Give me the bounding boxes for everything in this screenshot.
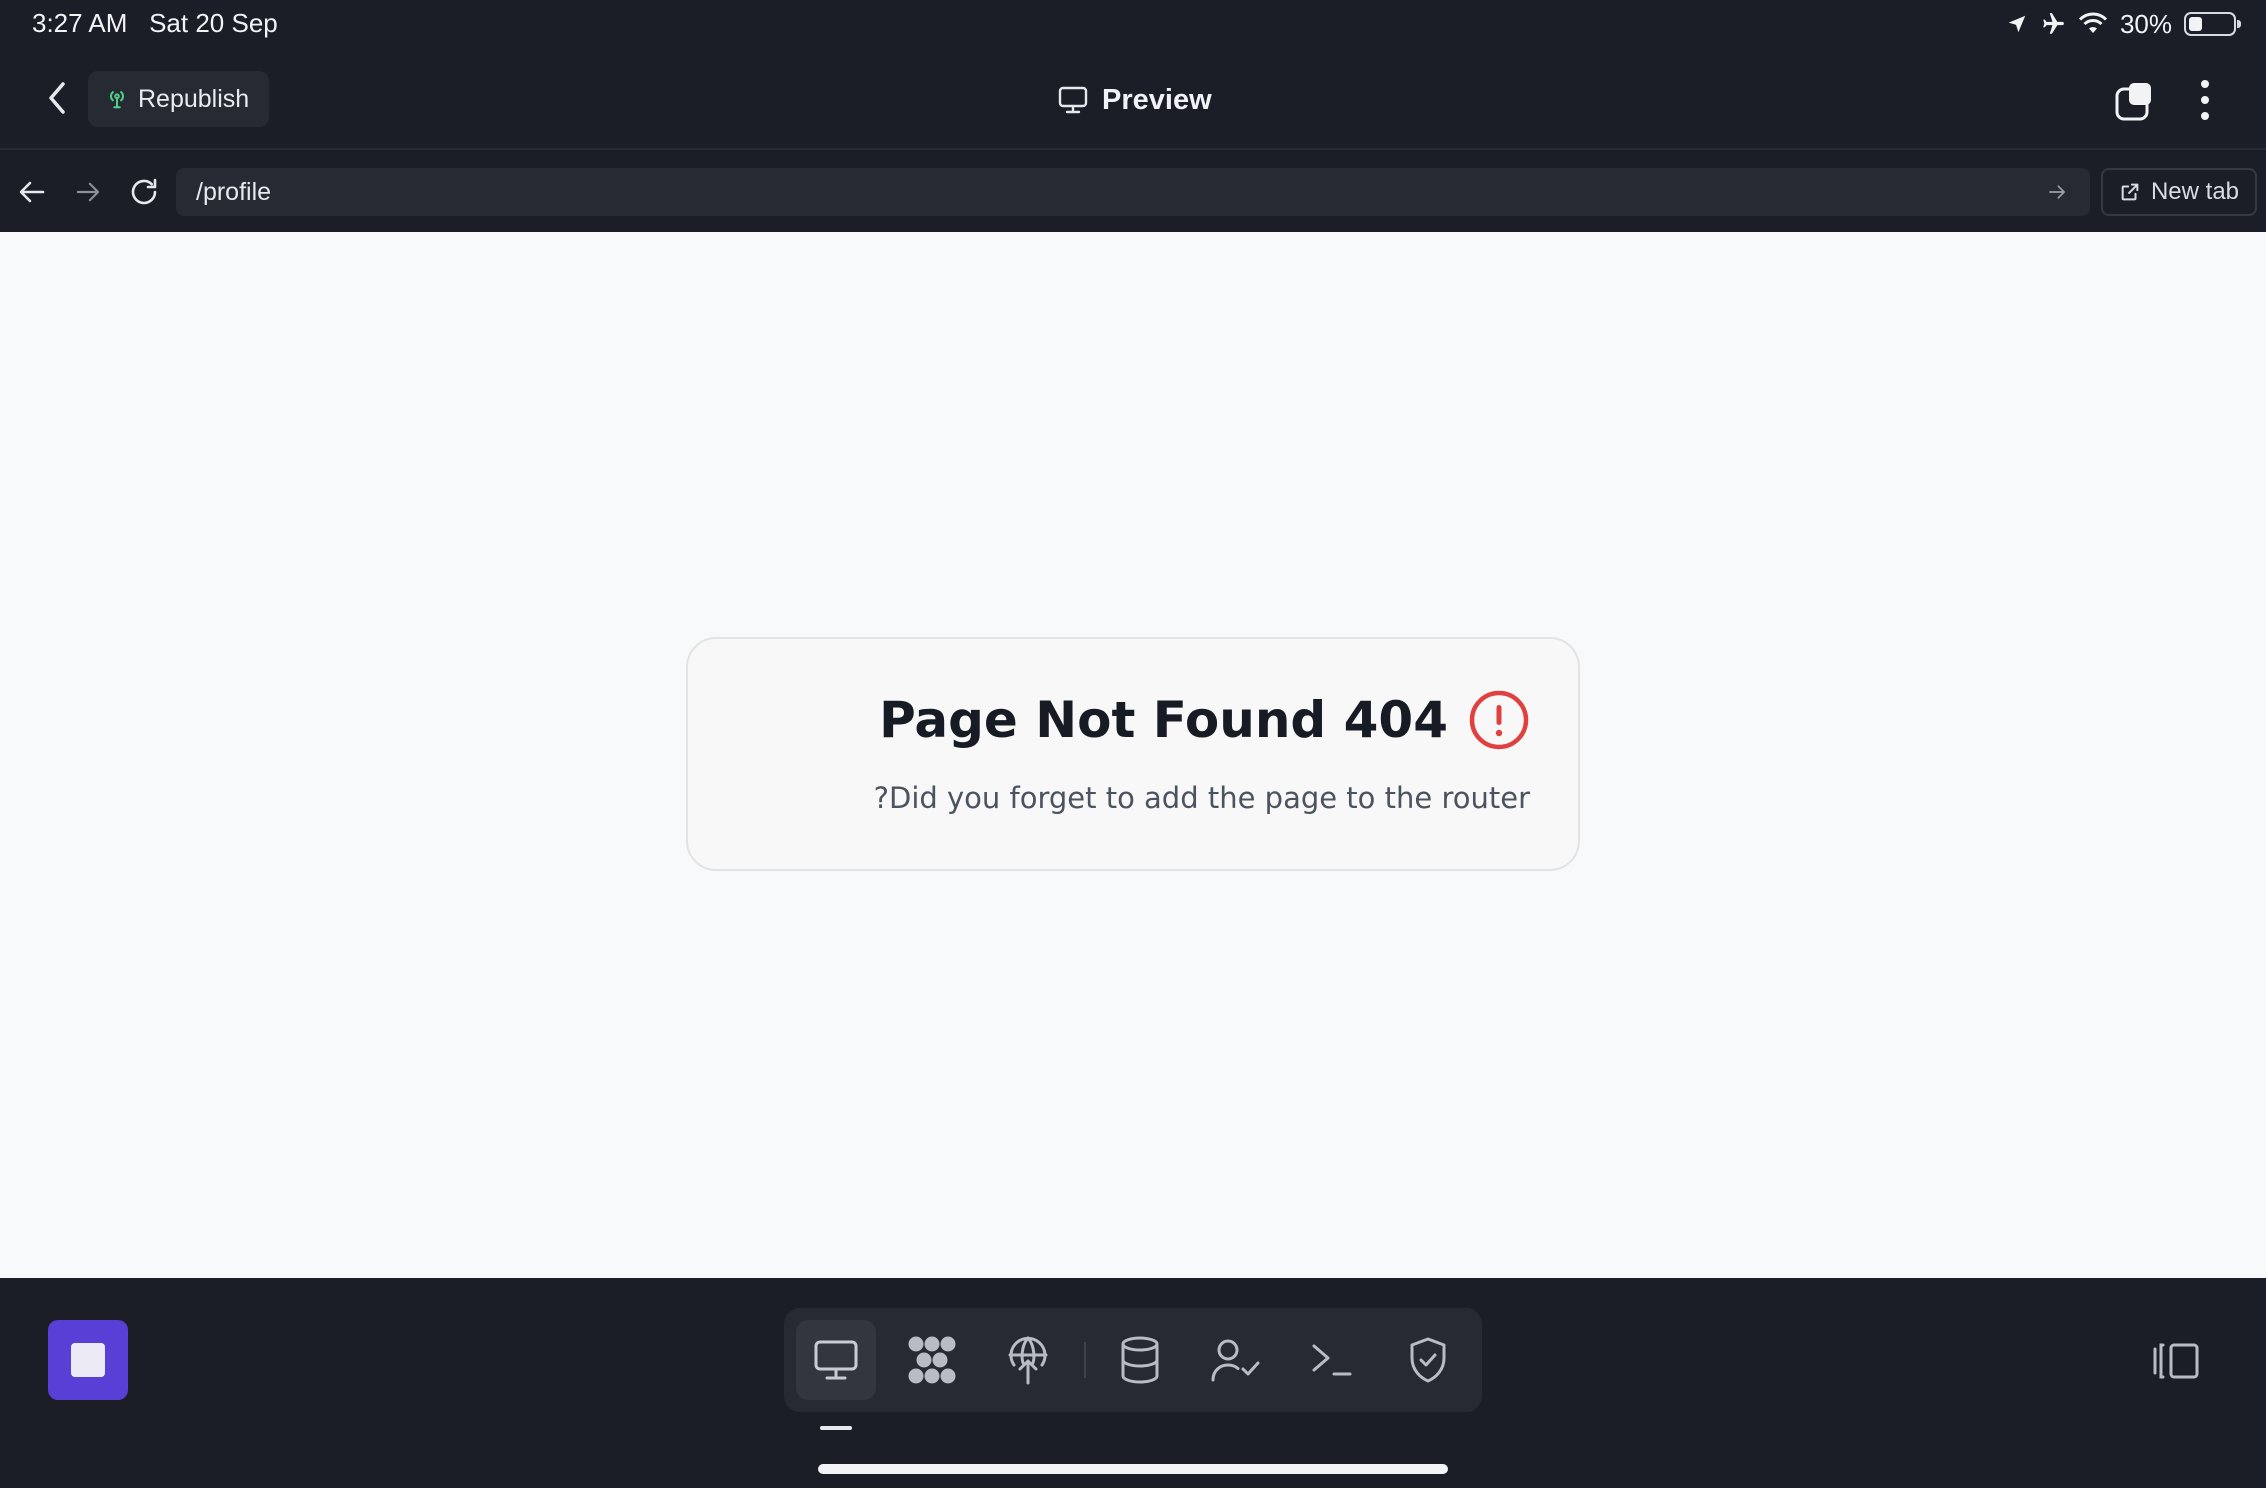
status-date-text: Sat 20 Sep — [149, 8, 278, 38]
tool-integrations[interactable] — [892, 1320, 972, 1400]
tool-auth[interactable] — [1196, 1320, 1276, 1400]
status-indicators: 30% — [2006, 6, 2241, 42]
arrow-left-icon — [19, 181, 45, 203]
tool-deploy[interactable] — [988, 1320, 1068, 1400]
alert-circle-icon — [1469, 690, 1529, 750]
preview-viewport: Page Not Found 404 ?Did you forget to ad… — [0, 232, 2266, 1278]
vertical-dots-icon — [2201, 80, 2209, 120]
panel-toggle-button[interactable] — [2150, 1336, 2202, 1386]
nav-forward-button[interactable] — [66, 170, 110, 214]
more-options-button[interactable] — [2192, 74, 2218, 126]
side-panel-icon — [2153, 1343, 2199, 1379]
stacked-squares-icon — [2115, 83, 2151, 121]
tool-console[interactable] — [1292, 1320, 1372, 1400]
not-found-heading-row: Page Not Found 404 — [879, 689, 1530, 751]
bottom-bar — [0, 1278, 2266, 1488]
tool-dock — [784, 1308, 1482, 1412]
battery-icon — [2184, 12, 2241, 36]
deploy-icon — [1008, 1336, 1048, 1385]
tool-separator — [1084, 1342, 1086, 1378]
console-icon — [1312, 1344, 1352, 1376]
new-tab-label: New tab — [2150, 178, 2240, 205]
broadcast-antenna-icon — [110, 91, 124, 109]
page-title-text: Preview — [1102, 83, 1212, 116]
security-shield-icon — [1410, 1337, 1446, 1383]
airplane-icon — [2043, 13, 2064, 34]
auth-users-icon — [1211, 1339, 1260, 1382]
monitor-icon — [1058, 86, 1088, 114]
page-title: Preview — [1058, 76, 1212, 124]
chevron-left-icon — [49, 82, 65, 114]
external-link-icon — [2121, 183, 2139, 201]
tabs-button[interactable] — [2110, 78, 2158, 126]
tool-security[interactable] — [1388, 1320, 1468, 1400]
url-input[interactable] — [194, 176, 2042, 208]
republish-button[interactable]: Republish — [88, 71, 270, 127]
preview-monitor-icon — [814, 1340, 858, 1380]
wifi-icon — [2078, 12, 2108, 33]
stop-button[interactable] — [48, 1320, 128, 1400]
not-found-message: ?Did you forget to add the page to the r… — [873, 781, 1530, 815]
tool-database[interactable] — [1100, 1320, 1180, 1400]
arrow-right-icon — [2049, 185, 2065, 199]
active-tool-indicator — [820, 1426, 852, 1430]
home-indicator — [818, 1464, 1448, 1474]
reload-button[interactable] — [122, 170, 166, 214]
status-bar: 3:27 AM Sat 20 Sep 30% — [0, 0, 2266, 48]
database-icon — [1121, 1336, 1159, 1384]
battery-percent: 30% — [2119, 8, 2172, 39]
nav-back-button[interactable] — [10, 170, 54, 214]
integrations-icon — [908, 1336, 956, 1384]
stop-icon — [71, 1343, 105, 1377]
back-button[interactable] — [38, 72, 76, 124]
tool-preview[interactable] — [796, 1320, 876, 1400]
not-found-heading: Page Not Found 404 — [879, 691, 1448, 749]
arrow-right-icon — [76, 182, 100, 202]
not-found-card: Page Not Found 404 ?Did you forget to ad… — [686, 637, 1580, 871]
status-time-text: 3:27 AM — [32, 8, 128, 38]
new-tab-button[interactable]: New tab — [2101, 168, 2257, 216]
republish-label: Republish — [138, 84, 250, 113]
location-arrow-icon — [2008, 15, 2026, 33]
go-button[interactable] — [2042, 177, 2072, 207]
app-header: Republish Preview — [0, 48, 2266, 150]
reload-icon — [131, 178, 157, 205]
browser-nav-bar: New tab — [0, 150, 2266, 232]
url-bar[interactable] — [176, 168, 2090, 216]
status-time: 3:27 AM Sat 20 Sep — [32, 8, 278, 39]
